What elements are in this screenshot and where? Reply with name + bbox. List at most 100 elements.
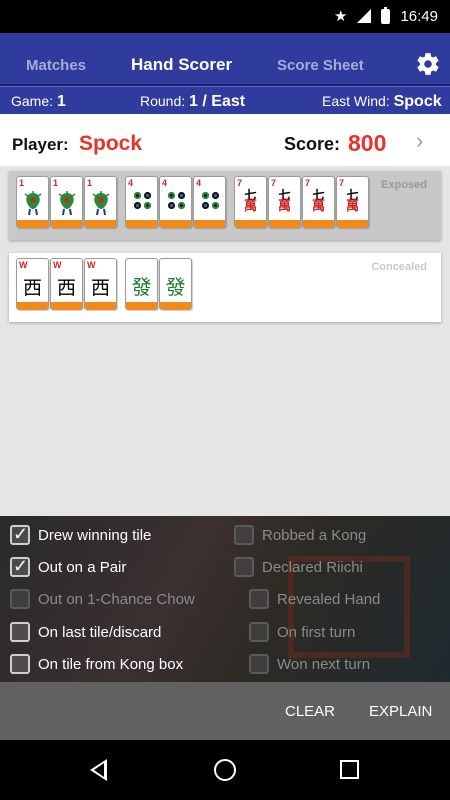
checkbox[interactable] [249,622,269,642]
battery-icon [381,6,391,24]
circle-dot [167,202,175,209]
green-dragon-glyph: 發 [131,275,152,299]
circle-dot [201,202,209,209]
tile-characters[interactable]: 7七萬 [234,176,267,228]
wind-glyph: 西 [22,277,42,299]
tile-rank: 7 [305,178,311,188]
recent-apps-icon[interactable] [340,760,359,779]
tile-wind[interactable]: W西 [50,258,83,310]
scoring-options: Drew winning tile Robbed a Kong Out on a… [0,516,450,682]
option-won-next-turn[interactable]: Won next turn [249,654,370,674]
option-label: Won next turn [277,655,371,673]
tile-rank: W [19,260,28,270]
tile-rank: 1 [53,178,59,188]
score-value: 800 [348,130,387,156]
back-icon[interactable] [90,759,107,781]
option-drew-winning-tile[interactable]: Drew winning tile [10,524,152,545]
signal-icon [357,9,372,23]
tab-hand-scorer[interactable]: Hand Scorer [131,55,232,75]
exposed-label: Exposed [381,179,427,191]
circle-dot [211,192,219,199]
option-robbed-a-kong[interactable]: Robbed a Kong [234,525,366,545]
navigation-bar [0,740,450,800]
option-on-tile-from-kong-box[interactable]: On tile from Kong box [10,654,183,674]
option-label: Revealed Hand [277,590,381,608]
character-wan: 萬 [243,199,257,214]
clock: 16:49 [400,7,438,25]
option-label: On tile from Kong box [38,655,184,673]
circle-dot [167,192,175,199]
option-label: Out on a Pair [38,558,127,576]
tile-rank: W [53,260,62,270]
star-icon: ★ [334,8,348,25]
tile-bamboo[interactable]: 1 [84,176,117,228]
player-name: Spock [79,132,143,155]
tab-bar: Matches Hand Scorer Score Sheet [0,33,450,86]
circles-icon [165,192,187,209]
bird-icon [24,191,42,216]
option-revealed-hand[interactable]: Revealed Hand [249,589,380,609]
checkbox[interactable] [234,557,254,577]
status-bar: ★ 16:49 [0,0,450,33]
clear-button[interactable]: CLEAR [285,703,335,720]
checkbox[interactable] [10,556,30,577]
circle-dot [211,202,219,209]
wind-glyph: 西 [56,277,76,299]
tile-rank: 7 [271,178,277,188]
option-on-first-turn[interactable]: On first turn [249,622,355,642]
tile-rank: 4 [196,178,202,188]
checkbox[interactable] [10,654,30,674]
home-icon[interactable] [214,759,236,781]
option-out-on-a-pair[interactable]: Out on a Pair [10,556,127,577]
checkbox[interactable] [249,589,269,609]
option-label: On last tile/discard [38,623,162,641]
tile-characters[interactable]: 7七萬 [302,176,335,228]
character-glyph: 七萬 [235,189,266,213]
character-glyph: 七萬 [337,189,368,213]
tile-circles[interactable]: 4 [159,176,192,228]
tile-dragon[interactable]: 發 [159,258,192,310]
concealed-label: Concealed [371,261,427,273]
option-on-last-tile[interactable]: On last tile/discard [10,622,161,642]
circle-dot [177,202,185,209]
character-wan: 萬 [277,199,291,214]
circle-dot [133,202,141,209]
concealed-tiles-panel[interactable]: Concealed W西W西W西發發 [9,253,441,322]
tile-rank: 7 [237,178,243,188]
tile-wind[interactable]: W西 [16,258,49,310]
round-value: 1 / East [189,93,246,110]
bird-icon [92,191,110,216]
checkbox[interactable] [10,589,30,609]
tile-rank: 4 [162,178,168,188]
explain-button[interactable]: EXPLAIN [369,703,432,720]
tile-circles[interactable]: 4 [125,176,158,228]
circles-icon [199,192,221,209]
tile-rank: 1 [87,178,93,188]
tile-rank: W [87,260,96,270]
option-out-on-1-chance-chow[interactable]: Out on 1-Chance Chow [10,589,195,609]
tile-wind[interactable]: W西 [84,258,117,310]
tile-rank: 4 [128,178,134,188]
checkbox[interactable] [249,654,269,674]
tile-circles[interactable]: 4 [193,176,226,228]
circle-dot [177,192,185,199]
circles-icon [131,192,153,209]
checkbox[interactable] [234,525,254,545]
tab-score-sheet[interactable]: Score Sheet [277,57,364,74]
green-dragon-glyph: 發 [165,275,186,299]
tile-dragon[interactable]: 發 [125,258,158,310]
tab-matches[interactable]: Matches [26,57,86,74]
tile-characters[interactable]: 7七萬 [268,176,301,228]
option-label: Drew winning tile [38,526,152,544]
wind-info: East Wind: Spock [322,93,442,111]
chevron-right-icon[interactable]: › [416,128,423,154]
gear-icon[interactable] [415,51,441,77]
exposed-tiles-panel[interactable]: Exposed 1114447七萬7七萬7七萬7七萬 [9,171,441,240]
option-declared-riichi[interactable]: Declared Riichi [234,557,363,577]
checkbox[interactable] [10,524,30,545]
tile-bamboo[interactable]: 1 [50,176,83,228]
player-row[interactable]: Player: Spock Score: 800 › [0,114,450,166]
checkbox[interactable] [10,622,30,642]
tile-characters[interactable]: 7七萬 [336,176,369,228]
tile-bamboo[interactable]: 1 [16,176,49,228]
